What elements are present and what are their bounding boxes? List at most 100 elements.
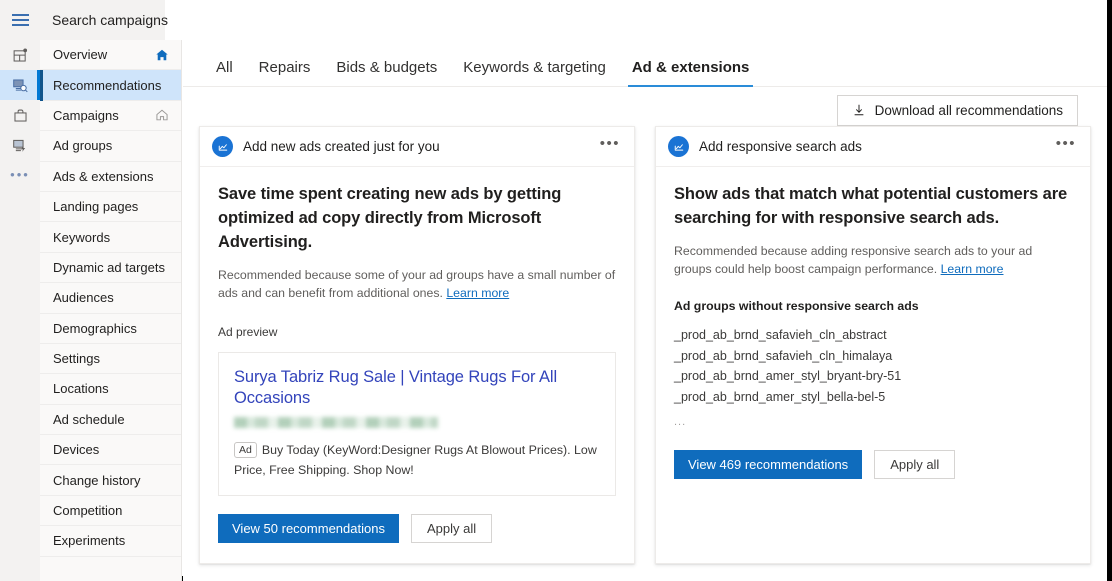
main-content: All Repairs Bids & budgets Keywords & ta… — [183, 40, 1107, 581]
apply-all-button[interactable]: Apply all — [411, 514, 492, 543]
sidebar-item-label: Competition — [53, 503, 169, 518]
card-title: Save time spent creating new ads by gett… — [218, 183, 616, 255]
recommendation-cards: Add new ads created just for you ••• Sav… — [199, 126, 1091, 564]
card-header-title: Add new ads created just for you — [243, 139, 600, 154]
ad-preview-title: Surya Tabriz Rug Sale | Vintage Rugs For… — [234, 367, 600, 411]
recommendations-icon — [12, 77, 29, 94]
download-all-recommendations-button[interactable]: Download all recommendations — [837, 95, 1078, 126]
more-icon: ••• — [10, 171, 30, 179]
sidebar-item-label: Experiments — [53, 533, 169, 548]
sidebar-item-locations[interactable]: Locations — [40, 374, 181, 404]
sidebar-item-experiments[interactable]: Experiments — [40, 526, 181, 556]
ad-preview-box: Surya Tabriz Rug Sale | Vintage Rugs For… — [218, 352, 616, 497]
sidebar-item-label: Dynamic ad targets — [53, 260, 169, 275]
sidebar: Overview Recommendations Campaigns Ad gr… — [40, 40, 182, 581]
rail-item-ad-groups[interactable] — [0, 130, 40, 160]
rail-item-campaigns[interactable] — [0, 100, 40, 130]
download-icon — [852, 103, 866, 117]
card-actions: View 469 recommendations Apply all — [656, 432, 1090, 499]
sidebar-item-label: Change history — [53, 473, 169, 488]
apply-all-button[interactable]: Apply all — [874, 450, 955, 479]
sidebar-item-overview[interactable]: Overview — [40, 40, 181, 70]
sidebar-item-demographics[interactable]: Demographics — [40, 314, 181, 344]
ad-group-list: _prod_ab_brnd_safavieh_cln_abstract _pro… — [674, 325, 1072, 432]
sidebar-item-recommendations[interactable]: Recommendations — [40, 70, 181, 100]
app-window: Search campaigns — [0, 0, 1112, 581]
card-body: Show ads that match what potential custo… — [656, 167, 1090, 279]
hamburger-icon — [12, 14, 29, 26]
list-item: _prod_ab_brnd_amer_styl_bella-bel-5 — [674, 387, 1072, 408]
card-description-text: Recommended because some of your ad grou… — [218, 268, 615, 300]
sidebar-item-dynamic-ad-targets[interactable]: Dynamic ad targets — [40, 253, 181, 283]
sidebar-item-change-history[interactable]: Change history — [40, 465, 181, 495]
tab-ad-extensions[interactable]: Ad & extensions — [619, 59, 763, 86]
card-body: Save time spent creating new ads by gett… — [200, 167, 634, 303]
sidebar-item-ad-groups[interactable]: Ad groups — [40, 131, 181, 161]
recommendation-card-responsive-search-ads: Add responsive search ads ••• Show ads t… — [655, 126, 1091, 564]
sidebar-item-competition[interactable]: Competition — [40, 496, 181, 526]
card-header: Add new ads created just for you ••• — [200, 127, 634, 167]
group-list-heading: Ad groups without responsive search ads — [674, 299, 1072, 313]
toolbar: Download all recommendations — [183, 90, 1107, 130]
chart-circle-icon — [212, 136, 233, 157]
home-icon[interactable] — [155, 48, 169, 62]
tab-all[interactable]: All — [203, 59, 246, 86]
sidebar-item-devices[interactable]: Devices — [40, 435, 181, 465]
home-icon[interactable] — [155, 108, 169, 122]
ad-badge: Ad — [234, 442, 257, 458]
card-header-title: Add responsive search ads — [699, 139, 1056, 154]
sidebar-item-landing-pages[interactable]: Landing pages — [40, 192, 181, 222]
rail-item-dashboard[interactable] — [0, 40, 40, 70]
rail-item-more[interactable]: ••• — [0, 160, 40, 190]
sidebar-item-campaigns[interactable]: Campaigns — [40, 101, 181, 131]
tab-repairs[interactable]: Repairs — [246, 59, 324, 86]
tab-bar: All Repairs Bids & budgets Keywords & ta… — [183, 40, 1107, 87]
view-recommendations-button[interactable]: View 50 recommendations — [218, 514, 399, 543]
ad-preview-label: Ad preview — [200, 325, 634, 339]
sidebar-item-label: Keywords — [53, 230, 169, 245]
page-title: Search campaigns — [40, 0, 165, 40]
dashboard-icon — [12, 47, 29, 64]
briefcase-icon — [12, 107, 29, 124]
sidebar-item-label: Ad groups — [53, 138, 169, 153]
sidebar-item-label: Overview — [53, 47, 155, 62]
ad-preview-description-text: Buy Today (KeyWord:Designer Rugs At Blow… — [234, 443, 597, 477]
sidebar-item-label: Locations — [53, 381, 169, 396]
tab-keywords-targeting[interactable]: Keywords & targeting — [450, 59, 619, 86]
rail-item-recommendations[interactable] — [0, 70, 40, 100]
ad-preview-url-blurred — [234, 417, 438, 428]
ellipsis-icon[interactable]: ••• — [600, 140, 620, 154]
sidebar-item-settings[interactable]: Settings — [40, 344, 181, 374]
sidebar-item-label: Landing pages — [53, 199, 169, 214]
ad-groups-icon — [12, 137, 29, 154]
learn-more-link[interactable]: Learn more — [446, 286, 509, 300]
card-description: Recommended because some of your ad grou… — [218, 266, 616, 303]
sidebar-item-label: Demographics — [53, 321, 169, 336]
sidebar-item-label: Settings — [53, 351, 169, 366]
top-bar: Search campaigns — [0, 0, 1107, 40]
sidebar-item-ad-schedule[interactable]: Ad schedule — [40, 405, 181, 435]
list-item: _prod_ab_brnd_safavieh_cln_himalaya — [674, 346, 1072, 367]
learn-more-link[interactable]: Learn more — [941, 262, 1004, 276]
sidebar-item-label: Devices — [53, 442, 169, 457]
icon-rail: ••• — [0, 40, 40, 581]
ellipsis-icon[interactable]: ••• — [1056, 140, 1076, 154]
sidebar-item-keywords[interactable]: Keywords — [40, 222, 181, 252]
ad-preview-description: AdBuy Today (KeyWord:Designer Rugs At Bl… — [234, 440, 600, 480]
sidebar-item-label: Ad schedule — [53, 412, 169, 427]
sidebar-item-label: Campaigns — [53, 108, 155, 123]
sidebar-item-label: Recommendations — [53, 78, 169, 93]
tab-bids-budgets[interactable]: Bids & budgets — [323, 59, 450, 86]
list-item: _prod_ab_brnd_amer_styl_bryant-bry-51 — [674, 366, 1072, 387]
sidebar-item-label: Audiences — [53, 290, 169, 305]
view-recommendations-button[interactable]: View 469 recommendations — [674, 450, 862, 479]
download-all-label: Download all recommendations — [875, 103, 1063, 118]
sidebar-item-ads-extensions[interactable]: Ads & extensions — [40, 162, 181, 192]
card-actions: View 50 recommendations Apply all — [200, 496, 634, 563]
card-header: Add responsive search ads ••• — [656, 127, 1090, 167]
card-description: Recommended because adding responsive se… — [674, 242, 1072, 279]
list-item-more: ... — [674, 412, 1072, 432]
card-title: Show ads that match what potential custo… — [674, 183, 1072, 231]
sidebar-item-audiences[interactable]: Audiences — [40, 283, 181, 313]
hamburger-menu-button[interactable] — [0, 0, 40, 40]
